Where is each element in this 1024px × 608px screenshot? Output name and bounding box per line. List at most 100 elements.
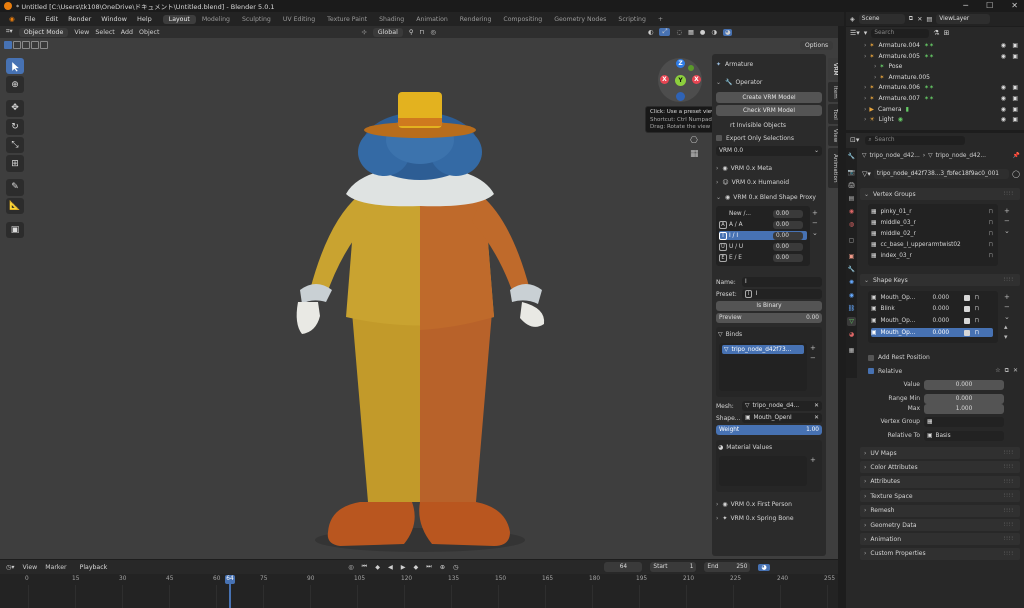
list-item[interactable]: EE / E 0.00 <box>719 253 807 262</box>
tab-texture-paint[interactable]: Texture Paint <box>321 15 373 24</box>
drag-handle-icon[interactable]: ⁝⁝⁝⁝ <box>1004 551 1014 557</box>
constraints-tab-icon[interactable]: ⛓ <box>847 304 856 313</box>
chevron-right-icon[interactable]: › <box>864 42 866 49</box>
menu-window[interactable]: Window <box>96 15 132 23</box>
overlay-icon[interactable]: ◌ <box>676 29 682 36</box>
playback-dropdown[interactable]: Playback <box>75 563 113 572</box>
vrm-humanoid-section[interactable]: › ☺ VRM 0.x Humanoid <box>716 176 822 188</box>
vrm-first-person-section[interactable]: › ◉ VRM 0.x First Person <box>716 498 822 510</box>
add-icon[interactable]: + <box>810 456 816 464</box>
create-vrm-model-button[interactable]: Create VRM Model <box>716 92 822 103</box>
clown-model[interactable] <box>280 62 560 562</box>
tab-animation-sidebar[interactable]: Animation <box>828 148 838 188</box>
render-visibility-icon[interactable]: ▣ <box>1012 106 1018 113</box>
list-item[interactable]: ▦ middle_02_r ⊓ <box>871 229 993 238</box>
list-item[interactable]: ▣ Mouth_Op... 0.000 ⊓ <box>871 293 993 302</box>
list-item[interactable]: UU / U 0.00 <box>719 242 807 251</box>
section-animation[interactable]: › Animation ⁝⁝⁝⁝ <box>860 533 1020 546</box>
tab-vrm[interactable]: VRM <box>828 58 838 80</box>
rotate-tool-icon[interactable]: ↻ <box>6 118 24 135</box>
shape-key-mute-checkbox[interactable] <box>964 306 971 313</box>
shading-solid-icon[interactable]: ● <box>700 29 706 36</box>
tab-modeling[interactable]: Modeling <box>196 15 236 24</box>
list-item-selected[interactable]: ▣ Mouth_Op... 0.000 ⊓ <box>871 328 993 338</box>
properties-search-input[interactable]: ⌕ Search <box>865 135 966 145</box>
proportional-edit-icon[interactable]: ◎ <box>430 29 436 36</box>
add-icon[interactable]: + <box>812 208 818 218</box>
navigation-gizmo[interactable]: Z Y X X <box>658 58 702 102</box>
vertex-groups-list[interactable]: ▦ pinky_01_r ⊓ ▦ middle_03_r ⊓ ▦ middle_02_r ⊓ ▦ c… <box>868 204 998 266</box>
chevron-right-icon[interactable]: › <box>864 106 866 113</box>
viewport-menu-add[interactable]: Add <box>121 29 133 36</box>
gizmo-neg-y-axis[interactable] <box>688 65 694 71</box>
timeline-settings-icon[interactable]: ◕ <box>758 563 770 571</box>
modifier-tab-icon[interactable]: 🔧 <box>847 265 856 274</box>
vertex-group-field[interactable]: ▦ <box>924 417 1004 427</box>
chevron-right-icon[interactable]: › <box>864 95 866 102</box>
scene-tab-icon[interactable]: ◉ <box>847 207 856 216</box>
section-custom-properties[interactable]: › Custom Properties ⁝⁝⁝⁝ <box>860 547 1020 560</box>
fake-user-icon[interactable]: ◯ <box>1012 170 1020 178</box>
outliner-row[interactable]: › ✶ Pose <box>846 61 1024 72</box>
export-selections-row[interactable]: Export Only Selections <box>716 132 822 144</box>
name-field[interactable]: I <box>742 277 822 287</box>
eye-icon[interactable]: ◉ <box>1001 84 1006 91</box>
play-icon[interactable]: ▶ <box>401 564 406 571</box>
lock-icon[interactable]: ⊓ <box>974 330 979 336</box>
vrm-spring-bone-section[interactable]: › ✦ VRM 0.x Spring Bone <box>716 512 822 524</box>
eye-icon[interactable]: ◉ <box>1001 53 1006 60</box>
chevron-down-icon[interactable]: ⌄ <box>812 228 818 238</box>
add-workspace-button[interactable]: + <box>652 15 669 24</box>
viewport-menu-object[interactable]: Object <box>139 29 160 36</box>
tab-compositing[interactable]: Compositing <box>497 15 548 24</box>
outliner-row[interactable]: › ✶ Armature.006 ✶✶ ◉ ▣ <box>846 82 1024 93</box>
remove-icon[interactable]: − <box>812 218 818 228</box>
binds-header[interactable]: ▽ Binds <box>718 328 824 340</box>
current-frame-field[interactable]: 64 <box>604 562 643 572</box>
vrm-blend-shape-proxy-section[interactable]: ⌄ ◉ VRM 0.x Blend Shape Proxy <box>716 191 822 203</box>
timeline-menu-view[interactable]: View <box>23 564 38 571</box>
viewport-menu-view[interactable]: View <box>74 29 89 36</box>
section-color-attributes[interactable]: › Color Attributes ⁝⁝⁝⁝ <box>860 461 1020 474</box>
tab-item[interactable]: Item <box>828 82 838 102</box>
chevron-right-icon[interactable]: › <box>864 53 866 60</box>
list-item[interactable]: ▦ middle_03_r ⊓ <box>871 218 993 227</box>
jump-start-icon[interactable]: ⏮ <box>362 563 368 571</box>
operator-section[interactable]: ⌄ 🔧 Operator <box>716 76 822 88</box>
drag-handle-icon[interactable]: ⁝⁝⁝⁝ <box>1004 450 1014 456</box>
weight-slider[interactable]: Weight 1.00 <box>716 425 822 435</box>
filter-icon[interactable]: ▾ <box>864 29 868 37</box>
gizmo-toggle-icon[interactable]: ⤢ <box>659 28 671 36</box>
list-item[interactable]: AA / A 0.00 <box>719 220 807 229</box>
lock-icon[interactable]: ⊓ <box>974 318 979 324</box>
visibility-icon[interactable]: ◐ <box>648 29 654 36</box>
select-extend-icon[interactable] <box>13 40 21 49</box>
snap-icon[interactable]: ⊓ <box>420 29 425 36</box>
gizmo-x-axis[interactable]: X <box>692 75 701 84</box>
outliner-row[interactable]: › ✶ Armature.005 ✶✶ ◉ ▣ <box>846 51 1024 62</box>
funnel-icon[interactable]: ⚗ <box>933 29 939 37</box>
timeline-ruler[interactable]: 0 15 30 45 60 75 90 105 120 135 150 165 180 195 210 225… <box>0 574 838 608</box>
clear-icon[interactable]: ✕ <box>1013 367 1018 375</box>
properties-editor-icon[interactable]: ⊡▾ <box>850 136 859 144</box>
render-visibility-icon[interactable]: ▣ <box>1012 95 1018 102</box>
render-visibility-icon[interactable]: ▣ <box>1012 42 1018 49</box>
maximize-icon[interactable]: ☐ <box>986 1 993 10</box>
add-icon[interactable]: + <box>1004 292 1010 302</box>
annotate-tool-icon[interactable]: ✎ <box>6 179 24 196</box>
drag-handle-icon[interactable]: ⁝⁝⁝⁝ <box>1004 464 1014 470</box>
shape-key-value[interactable]: 0.000 <box>932 318 964 324</box>
record-icon[interactable]: ◎ <box>348 564 353 571</box>
shape-key-mute-checkbox[interactable] <box>964 294 971 301</box>
clear-icon[interactable]: ✕ <box>814 403 819 409</box>
shading-material-icon[interactable]: ◑ <box>711 29 717 36</box>
move-up-icon[interactable]: ▴ <box>1004 322 1010 332</box>
list-item[interactable]: ▦ pinky_01_r ⊓ <box>871 207 993 216</box>
select-box-tool-icon[interactable] <box>6 58 24 75</box>
timeline-editor-icon[interactable]: ◷▾ <box>6 564 15 571</box>
eye-icon[interactable]: ◉ <box>1001 106 1006 113</box>
shading-rendered-icon[interactable]: ◕ <box>722 28 733 36</box>
outliner-search-input[interactable]: Search <box>871 28 930 38</box>
orientation-dropdown[interactable]: Global <box>372 27 403 37</box>
list-item-selected[interactable]: II / I 0.00 <box>719 231 807 240</box>
